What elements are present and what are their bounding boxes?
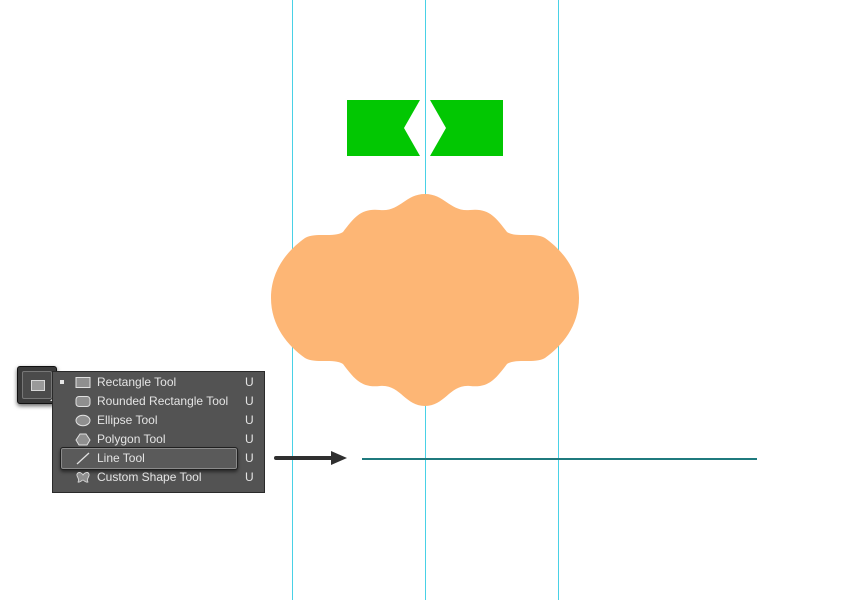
menu-item-label: Custom Shape Tool [97, 470, 202, 484]
line-icon [76, 452, 90, 465]
menu-item-label: Ellipse Tool [97, 413, 158, 427]
rectangle-tool-icon [22, 371, 52, 399]
menu-item-rectangle-tool[interactable]: Rectangle Tool U [53, 373, 264, 392]
pointer-arrow [274, 451, 347, 465]
selected-bullet-icon [60, 380, 64, 384]
menu-item-label: Line Tool [97, 451, 145, 465]
menu-item-line-tool[interactable]: Line Tool U [53, 447, 264, 470]
menu-item-shortcut: U [245, 451, 254, 465]
rectangle-tool-button[interactable] [17, 366, 57, 404]
menu-item-label: Rounded Rectangle Tool [97, 394, 229, 408]
menu-item-rounded-rectangle-tool[interactable]: Rounded Rectangle Tool U [53, 392, 264, 411]
menu-item-shortcut: U [245, 432, 254, 446]
menu-item-custom-shape-tool[interactable]: Custom Shape Tool U [53, 468, 264, 487]
menu-item-shortcut: U [245, 470, 254, 484]
menu-item-shortcut: U [245, 413, 254, 427]
shape-tools-flyout-menu: Rectangle Tool U Rounded Rectangle Tool … [52, 371, 265, 493]
rounded-rectangle-icon [75, 396, 91, 407]
peach-label-shape [271, 194, 579, 406]
green-ribbon-right [430, 100, 503, 156]
menu-item-label: Rectangle Tool [97, 375, 177, 389]
ellipse-icon [75, 414, 91, 427]
green-ribbon-left [347, 100, 420, 156]
menu-item-ellipse-tool[interactable]: Ellipse Tool U [53, 411, 264, 430]
menu-item-shortcut: U [245, 375, 254, 389]
menu-item-shortcut: U [245, 394, 254, 408]
rectangle-icon [75, 377, 91, 388]
polygon-icon [75, 433, 91, 446]
custom-shape-icon [76, 472, 90, 483]
canvas-artwork [271, 100, 757, 465]
